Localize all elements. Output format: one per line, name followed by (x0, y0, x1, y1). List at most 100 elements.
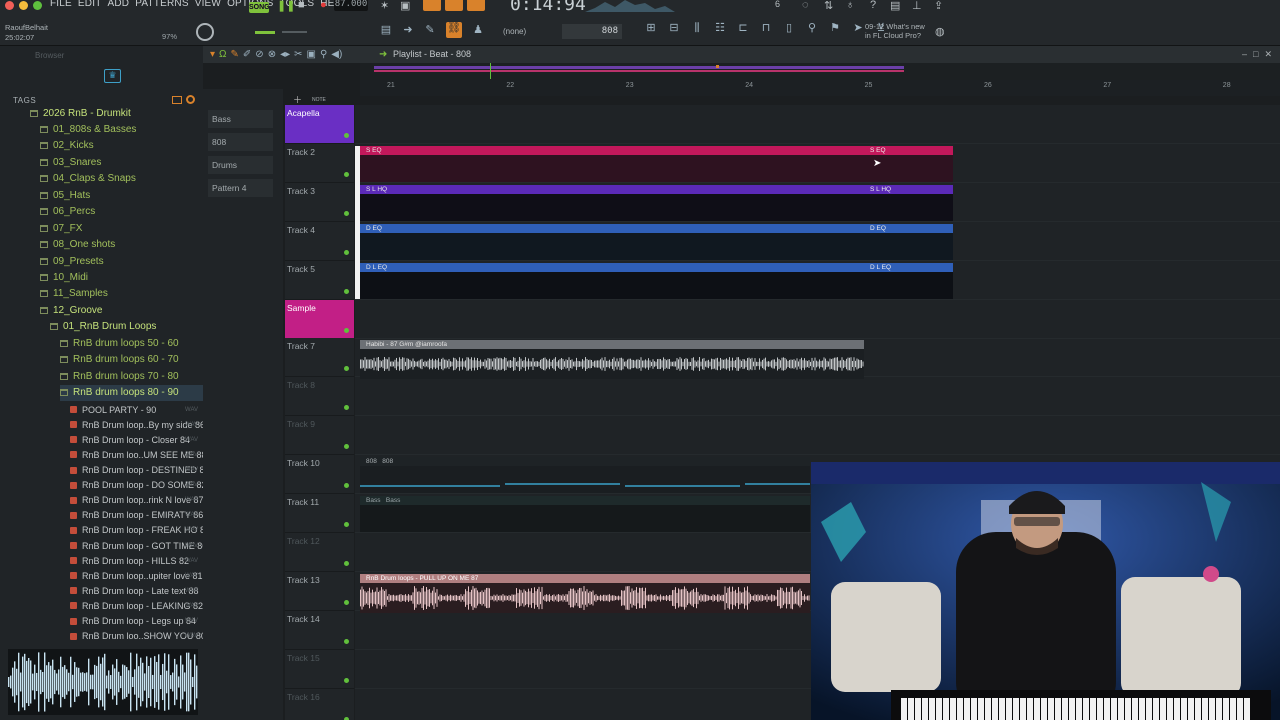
close-window-button[interactable] (5, 1, 14, 10)
pattern-clip-body[interactable] (360, 466, 810, 493)
pencil-icon[interactable]: ✎ (424, 24, 436, 36)
track-header[interactable]: Track 5 (285, 260, 354, 300)
automation-clip-body[interactable] (360, 233, 953, 260)
playback-tool-icon[interactable]: ◀) (331, 49, 342, 60)
countdown-icon[interactable]: ▣ (400, 0, 410, 12)
menu-item-file[interactable]: File (50, 0, 72, 9)
browser-file[interactable]: RnB Drum loop - Late text 88 WAV (70, 583, 199, 598)
browser-folder[interactable]: RnB drum loops 60 - 70 (60, 352, 179, 368)
minimize-window-button[interactable] (19, 1, 28, 10)
track-header[interactable]: Track 16 (285, 688, 354, 720)
track-enable-led[interactable] (344, 638, 349, 644)
send-icon[interactable]: ➤ (852, 22, 864, 34)
browser-folder[interactable]: 01_808s & Basses (40, 121, 136, 137)
browser-folder[interactable]: 11_Samples (40, 286, 108, 302)
pattern-clip-body[interactable] (360, 505, 810, 532)
browser-folder[interactable]: 07_FX (40, 220, 82, 236)
pattern-clip-header[interactable]: Bass Bass (360, 496, 810, 505)
track-header[interactable]: Track 9 (285, 416, 354, 456)
play-icon[interactable]: ❚❚ (277, 0, 295, 12)
browser-file[interactable]: RnB Drum loop..rink N love 87 WAV (70, 493, 204, 508)
track-enable-led[interactable] (344, 133, 349, 138)
audio-clip-body[interactable] (360, 349, 864, 379)
piano-roll-icon[interactable]: ▤ (380, 24, 392, 36)
typing-keyboard-button[interactable] (423, 0, 441, 11)
browser-file[interactable]: RnB Drum loop..upiter love 81 WAV (70, 568, 203, 583)
piano-roll-window-icon[interactable]: ☷ (714, 22, 726, 34)
browser-file[interactable]: RnB Drum loop - DESTINED 85 WAV (70, 463, 210, 478)
download-icon[interactable]: ▤ (890, 0, 900, 12)
track-lane[interactable] (355, 300, 1280, 339)
blend-notes-button[interactable] (467, 0, 485, 11)
track-header[interactable]: Track 3 (285, 182, 354, 222)
track-enable-led[interactable] (344, 249, 349, 255)
track-header[interactable]: Sample (285, 299, 354, 339)
track-enable-led[interactable] (344, 171, 349, 177)
channel-rack-icon[interactable]: ⊟ (668, 22, 680, 34)
delete-tool-icon[interactable]: ⊘ (255, 49, 263, 60)
track-enable-led[interactable] (344, 560, 349, 566)
browser-folder[interactable]: 02_Kicks (40, 138, 94, 154)
track-lane[interactable] (355, 377, 1280, 417)
track-header[interactable]: Track 7 (285, 338, 354, 378)
plugin-picker-icon[interactable]: ⊓ (760, 22, 772, 34)
draw-tool-icon[interactable]: ✎ (231, 49, 239, 60)
track-enable-led[interactable] (344, 405, 349, 411)
track-enable-led[interactable] (344, 716, 349, 720)
help-icon[interactable]: ? (870, 0, 876, 11)
mute-tool-icon[interactable]: ⊗ (268, 49, 276, 60)
track-enable-led[interactable] (344, 677, 349, 683)
step-edit-button[interactable] (445, 0, 463, 11)
minimize-icon[interactable]: – (1242, 49, 1253, 59)
playlist-window-icon[interactable]: ⊞ (645, 22, 657, 34)
audio-clip-body[interactable] (360, 583, 810, 613)
automation-clip-header[interactable]: S EQ (360, 146, 953, 155)
track-header[interactable]: Track 2 (285, 143, 354, 183)
timeline-ruler[interactable]: 21 22 23 24 25 26 27 28 (360, 80, 1280, 96)
browser-folder[interactable]: 05_Hats (40, 187, 90, 203)
pattern-clip-header[interactable]: 808 808 (360, 457, 810, 466)
browser-folder[interactable]: 12_Groove (40, 302, 102, 318)
automation-clip-header[interactable]: D EQ (360, 224, 953, 233)
playlist-title[interactable]: Playlist - Beat - 808 (393, 49, 471, 59)
track-enable-led[interactable] (344, 483, 349, 489)
tempo-field[interactable]: 87.000 (334, 0, 368, 11)
select-tool-icon[interactable]: ▣ (307, 49, 316, 60)
menu-item-edit[interactable]: Edit (78, 0, 102, 9)
track-enable-led[interactable] (344, 366, 349, 372)
microphone-icon[interactable]: ♁ (846, 0, 854, 11)
slip-tool-icon[interactable]: ◂▸ (280, 49, 290, 60)
master-pitch-icon[interactable]: 6 (775, 0, 780, 9)
automation-clip-body[interactable] (360, 155, 953, 182)
pattern-item[interactable]: 808 (208, 133, 273, 151)
browser-file[interactable]: RnB Drum loop - DO SOME 82 WAV (70, 478, 207, 493)
track-header[interactable]: Track 12 (285, 532, 354, 572)
automation-clip-header[interactable]: S L HQ (360, 185, 953, 194)
browser-file[interactable]: RnB Drum loop - LEAKING 82 WAV (70, 598, 203, 613)
browser-file[interactable]: RnB Drum loo..SHOW YOU 80 WAV (70, 629, 206, 644)
toolbar-icon-a[interactable]: ⇅ (824, 0, 833, 12)
audio-clip-header[interactable]: RnB Drum loops - PULL UP ON ME 87 (360, 574, 810, 583)
track-header[interactable]: Track 13 (285, 571, 354, 611)
menu-item-patterns[interactable]: Patterns (135, 0, 188, 9)
globe-icon[interactable]: ◍ (935, 25, 945, 38)
track-enable-led[interactable] (344, 599, 349, 605)
automation-clip-body[interactable] (360, 194, 953, 221)
pattern-item[interactable]: Bass (208, 110, 273, 128)
playhead-marker[interactable] (490, 63, 491, 79)
paint-tool-icon[interactable]: ✐ (243, 49, 251, 60)
file-icon[interactable]: ▯ (783, 22, 795, 34)
track-enable-led[interactable] (344, 288, 349, 294)
record-icon[interactable]: ● (320, 0, 327, 11)
share-icon[interactable]: ⇪ (934, 0, 943, 12)
search-icon[interactable] (186, 95, 195, 104)
zoom-tool-icon[interactable]: ⚲ (320, 49, 327, 60)
browser-file[interactable]: RnB Drum loop - HILLS 82 WAV (70, 553, 198, 568)
track-header[interactable]: Track 8 (285, 377, 354, 417)
browser-folder[interactable]: 10_Midi (40, 270, 88, 286)
close-icon[interactable]: ✕ (1264, 49, 1278, 59)
playlist-menu-icon[interactable]: ▾ (210, 49, 215, 60)
magnet-icon[interactable]: Ω (219, 49, 226, 60)
toolbar-icon-b[interactable]: ⊥ (912, 0, 922, 12)
browser-folder[interactable]: 03_Snares (40, 154, 101, 170)
